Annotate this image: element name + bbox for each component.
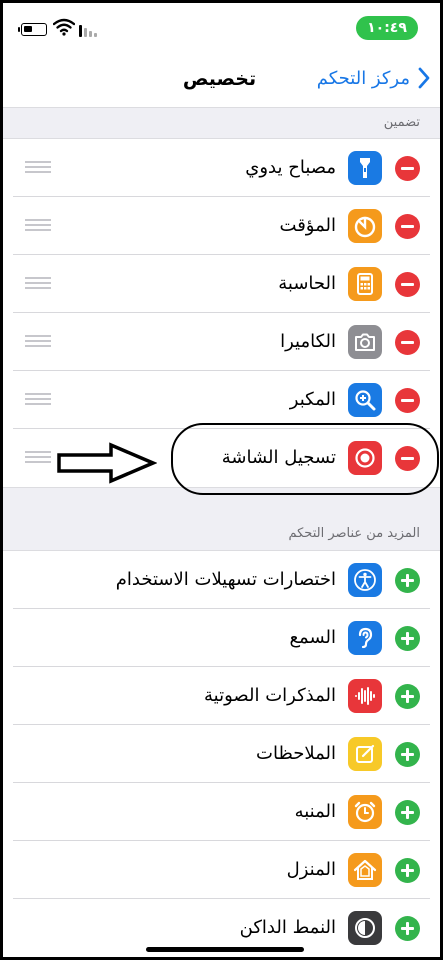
reorder-handle[interactable] (25, 393, 51, 406)
remove-button[interactable] (395, 214, 420, 239)
arrow-right-icon (57, 442, 157, 484)
list-item-label: اختصارات تسهيلات الاستخدام (115, 569, 336, 590)
add-button[interactable] (395, 916, 420, 941)
add-button[interactable] (395, 626, 420, 651)
section-header-label: تضمين (383, 115, 420, 130)
section-header-label: المزيد من عناصر التحكم (288, 526, 420, 541)
reorder-handle[interactable] (25, 219, 51, 232)
alarm-icon (348, 795, 382, 829)
magnifier-icon (348, 383, 382, 417)
back-button-label: مركز التحكم (316, 67, 410, 89)
battery-icon (18, 23, 47, 36)
list-item-label: المنبه (294, 801, 336, 822)
remove-button[interactable] (395, 330, 420, 355)
section-header-included: تضمين (3, 107, 440, 139)
navigation-bar: تخصيص مركز التحكم (3, 59, 440, 105)
voice-memos-icon (348, 679, 382, 713)
section-header-more-controls: المزيد من عناصر التحكم (3, 517, 440, 551)
accessibility-icon (348, 563, 382, 597)
list-item: مصباح يدوي (3, 139, 440, 197)
add-button[interactable] (395, 800, 420, 825)
hearing-icon (348, 621, 382, 655)
reorder-handle[interactable] (25, 335, 51, 348)
list-item-label: الحاسبة (278, 273, 336, 294)
wifi-icon (53, 18, 75, 36)
list-item-label: المؤقت (279, 215, 336, 236)
add-button[interactable] (395, 742, 420, 767)
home-indicator (146, 947, 304, 952)
list-item: المكبر (3, 371, 440, 429)
notes-icon (348, 737, 382, 771)
list-item: السمع (3, 609, 440, 667)
add-button[interactable] (395, 568, 420, 593)
calculator-icon (348, 267, 382, 301)
add-button[interactable] (395, 684, 420, 709)
list-item-label: المنزل (286, 859, 336, 880)
back-button[interactable]: مركز التحكم (317, 67, 430, 89)
list-item: المؤقت (3, 197, 440, 255)
list-item-label: السمع (289, 627, 336, 648)
list-item-label: الكاميرا (280, 331, 336, 352)
camera-icon (348, 325, 382, 359)
chevron-left-icon (418, 67, 430, 89)
list-item: الملاحظات (3, 725, 440, 783)
phone-screen: ١٠:٤٩ تخصيص مركز التحكم تضمين مصباح يدوي… (0, 0, 443, 960)
dark-mode-icon (348, 911, 382, 945)
list-item: المنزل (3, 841, 440, 899)
list-item-label: المكبر (289, 389, 336, 410)
status-time[interactable]: ١٠:٤٩ (356, 16, 418, 40)
reorder-handle[interactable] (25, 277, 51, 290)
list-item-label: الملاحظات (256, 743, 336, 764)
remove-button[interactable] (395, 272, 420, 297)
remove-button[interactable] (395, 388, 420, 413)
timer-icon (348, 209, 382, 243)
remove-button[interactable] (395, 156, 420, 181)
highlight-oval (171, 423, 439, 495)
list-item-label: مصباح يدوي (245, 157, 336, 178)
cellular-signal-icon (79, 23, 99, 37)
home-icon (348, 853, 382, 887)
list-item: المذكرات الصوتية (3, 667, 440, 725)
reorder-handle[interactable] (25, 161, 51, 174)
reorder-handle[interactable] (25, 451, 51, 464)
list-item: الكاميرا (3, 313, 440, 371)
status-bar: ١٠:٤٩ (3, 11, 440, 41)
list-item: المنبه (3, 783, 440, 841)
list-item: اختصارات تسهيلات الاستخدام (3, 551, 440, 609)
add-button[interactable] (395, 858, 420, 883)
list-item-label: المذكرات الصوتية (204, 685, 336, 706)
list-item: الحاسبة (3, 255, 440, 313)
flashlight-icon (348, 151, 382, 185)
